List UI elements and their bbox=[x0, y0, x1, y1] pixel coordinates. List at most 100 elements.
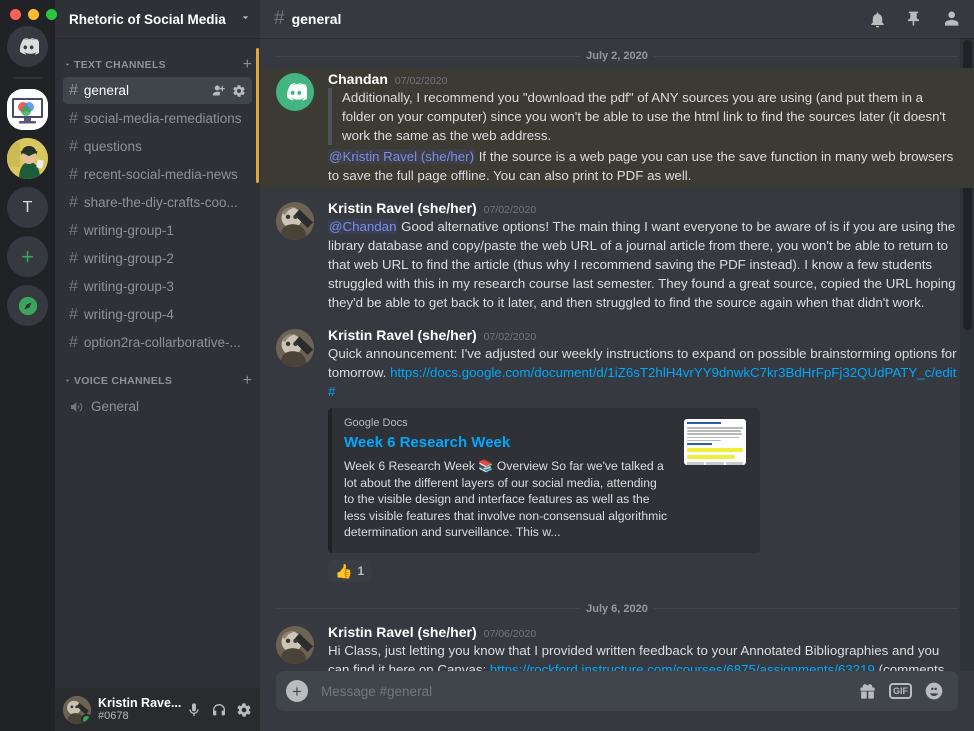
hash-icon: # bbox=[69, 221, 78, 239]
sidebar-item-general[interactable]: # general bbox=[63, 77, 252, 104]
compass-icon bbox=[18, 296, 37, 315]
chevron-down-icon bbox=[63, 60, 72, 71]
message-list[interactable]: July 2, 2020 Chandan 07/02/2020 Addition… bbox=[260, 38, 974, 671]
gear-icon[interactable] bbox=[232, 84, 246, 98]
message-body: Good alternative options! The main thing… bbox=[328, 219, 956, 310]
channel-header: # general bbox=[260, 0, 974, 38]
channel-label: share-the-diy-crafts-coo... bbox=[83, 195, 238, 210]
discord-app-window: T + Rhetoric of Social Media TEXT CHANNE… bbox=[0, 0, 974, 731]
server-header[interactable]: Rhetoric of Social Media bbox=[55, 0, 260, 38]
message-author[interactable]: Kristin Ravel (she/her) bbox=[328, 624, 477, 640]
sidebar-item-questions[interactable]: # questions bbox=[63, 133, 252, 160]
user-avatar-image bbox=[276, 329, 314, 367]
add-member-icon[interactable] bbox=[211, 83, 226, 98]
hash-icon: # bbox=[69, 305, 78, 323]
user-mention[interactable]: @Chandan bbox=[328, 219, 398, 234]
members-icon[interactable] bbox=[940, 9, 960, 29]
divider-label: July 2, 2020 bbox=[586, 50, 648, 62]
avatar[interactable] bbox=[276, 329, 314, 367]
category-label: TEXT CHANNELS bbox=[74, 59, 166, 71]
pin-icon[interactable] bbox=[904, 10, 923, 29]
avatar[interactable] bbox=[276, 73, 314, 111]
sidebar-item-voice-general[interactable]: General bbox=[63, 393, 252, 420]
main-content: # general July 2, 2020 Chandan 07/02/202… bbox=[260, 0, 974, 731]
date-divider: July 2, 2020 bbox=[276, 50, 958, 62]
hash-icon: # bbox=[69, 333, 78, 351]
avatar[interactable] bbox=[276, 202, 314, 240]
thumbnail-heading-line bbox=[687, 422, 721, 424]
create-voice-channel-button[interactable]: + bbox=[243, 373, 252, 389]
gear-icon[interactable] bbox=[236, 702, 252, 718]
gift-icon[interactable] bbox=[858, 682, 877, 701]
message-quote-block: Additionally, I recommend you "download … bbox=[328, 88, 958, 145]
sidebar-item-option2ra-collarborative[interactable]: # option2ra-collarborative-... bbox=[63, 329, 252, 356]
server-icon-graduation[interactable] bbox=[7, 138, 48, 179]
window-controls[interactable] bbox=[10, 9, 57, 20]
embed-thumbnail[interactable] bbox=[684, 419, 746, 465]
message-timestamp: 07/02/2020 bbox=[483, 331, 537, 343]
category-label: VOICE CHANNELS bbox=[74, 375, 173, 387]
sidebar-item-writing-group-3[interactable]: # writing-group-3 bbox=[63, 273, 252, 300]
divider-line bbox=[653, 608, 958, 609]
maximize-window-button[interactable] bbox=[46, 9, 57, 20]
message-link[interactable]: https://docs.google.com/document/d/1iZ6s… bbox=[328, 365, 956, 399]
explore-servers-button[interactable] bbox=[7, 285, 48, 326]
minimize-window-button[interactable] bbox=[28, 9, 39, 20]
channel-label: questions bbox=[83, 139, 142, 154]
hash-icon: # bbox=[69, 249, 78, 267]
message-timestamp: 07/02/2020 bbox=[394, 75, 448, 87]
category-text-channels[interactable]: TEXT CHANNELS + bbox=[55, 54, 260, 76]
sidebar-item-recent-social-media-news[interactable]: # recent-social-media-news bbox=[63, 161, 252, 188]
headphones-icon[interactable] bbox=[211, 702, 227, 718]
discord-logo-icon bbox=[19, 37, 39, 55]
sidebar-item-writing-group-4[interactable]: # writing-group-4 bbox=[63, 301, 252, 328]
sidebar-item-share-the-diy-crafts[interactable]: # share-the-diy-crafts-coo... bbox=[63, 189, 252, 216]
chevron-down-icon[interactable] bbox=[239, 11, 252, 27]
server-rail: T + bbox=[0, 0, 55, 731]
message-item[interactable]: Kristin Ravel (she/her) 07/06/2020 Hi Cl… bbox=[260, 621, 974, 672]
sidebar-item-writing-group-1[interactable]: # writing-group-1 bbox=[63, 217, 252, 244]
channel-label: writing-group-1 bbox=[83, 223, 174, 238]
message-item[interactable]: Kristin Ravel (she/her) 07/02/2020 @Chan… bbox=[260, 197, 974, 315]
message-item[interactable]: Kristin Ravel (she/her) 07/02/2020 Quick… bbox=[260, 324, 974, 585]
divider-line bbox=[276, 55, 581, 57]
reaction-thumbsup[interactable]: 👍 1 bbox=[328, 559, 372, 582]
microphone-icon[interactable] bbox=[186, 702, 202, 718]
sidebar-item-social-media-remediations[interactable]: # social-media-remediations bbox=[63, 105, 252, 132]
link-embed-card[interactable]: Google Docs Week 6 Research Week Week 6 … bbox=[328, 408, 760, 553]
channel-label: General bbox=[91, 399, 140, 414]
user-mention[interactable]: @Kristin Ravel (she/her) bbox=[328, 149, 476, 164]
message-quote-text: Additionally, I recommend you "download … bbox=[342, 90, 946, 143]
bell-icon[interactable] bbox=[868, 10, 887, 29]
channel-label: writing-group-3 bbox=[83, 279, 174, 294]
message-item[interactable]: Chandan 07/02/2020 Additionally, I recom… bbox=[260, 68, 974, 188]
channel-list-scrollbar[interactable] bbox=[256, 48, 259, 183]
divider-line bbox=[276, 608, 581, 609]
channel-list[interactable]: TEXT CHANNELS + # general # social-media… bbox=[55, 38, 260, 688]
message-author[interactable]: Kristin Ravel (she/her) bbox=[328, 200, 477, 216]
channel-label: option2ra-collarborative-... bbox=[83, 335, 241, 350]
emoji-icon[interactable] bbox=[924, 681, 944, 701]
category-voice-channels[interactable]: VOICE CHANNELS + bbox=[55, 370, 260, 392]
message-input[interactable] bbox=[321, 683, 858, 699]
channel-label: social-media-remediations bbox=[83, 111, 242, 126]
avatar[interactable] bbox=[63, 695, 91, 724]
avatar[interactable] bbox=[276, 625, 314, 664]
create-channel-button[interactable]: + bbox=[243, 57, 252, 73]
embed-title-link[interactable]: Week 6 Research Week bbox=[344, 434, 670, 451]
close-window-button[interactable] bbox=[10, 9, 21, 20]
server-icon-discord-home[interactable] bbox=[7, 26, 48, 67]
hash-icon: # bbox=[274, 8, 285, 29]
server-icon-t[interactable]: T bbox=[7, 187, 48, 228]
channel-sidebar: Rhetoric of Social Media TEXT CHANNELS +… bbox=[55, 0, 260, 731]
message-link[interactable]: https://rockford.instructure.com/courses… bbox=[490, 662, 875, 672]
add-server-button[interactable]: + bbox=[7, 236, 48, 277]
message-author[interactable]: Chandan bbox=[328, 71, 388, 87]
plus-circle-icon[interactable]: + bbox=[286, 680, 308, 702]
sidebar-item-writing-group-2[interactable]: # writing-group-2 bbox=[63, 245, 252, 272]
message-author[interactable]: Kristin Ravel (she/her) bbox=[328, 327, 477, 343]
server-rail-divider bbox=[12, 77, 43, 79]
server-icon-rhetoric-of-social-media[interactable] bbox=[7, 89, 48, 130]
message-composer: + GIF bbox=[260, 671, 974, 731]
gif-icon[interactable]: GIF bbox=[889, 683, 912, 699]
